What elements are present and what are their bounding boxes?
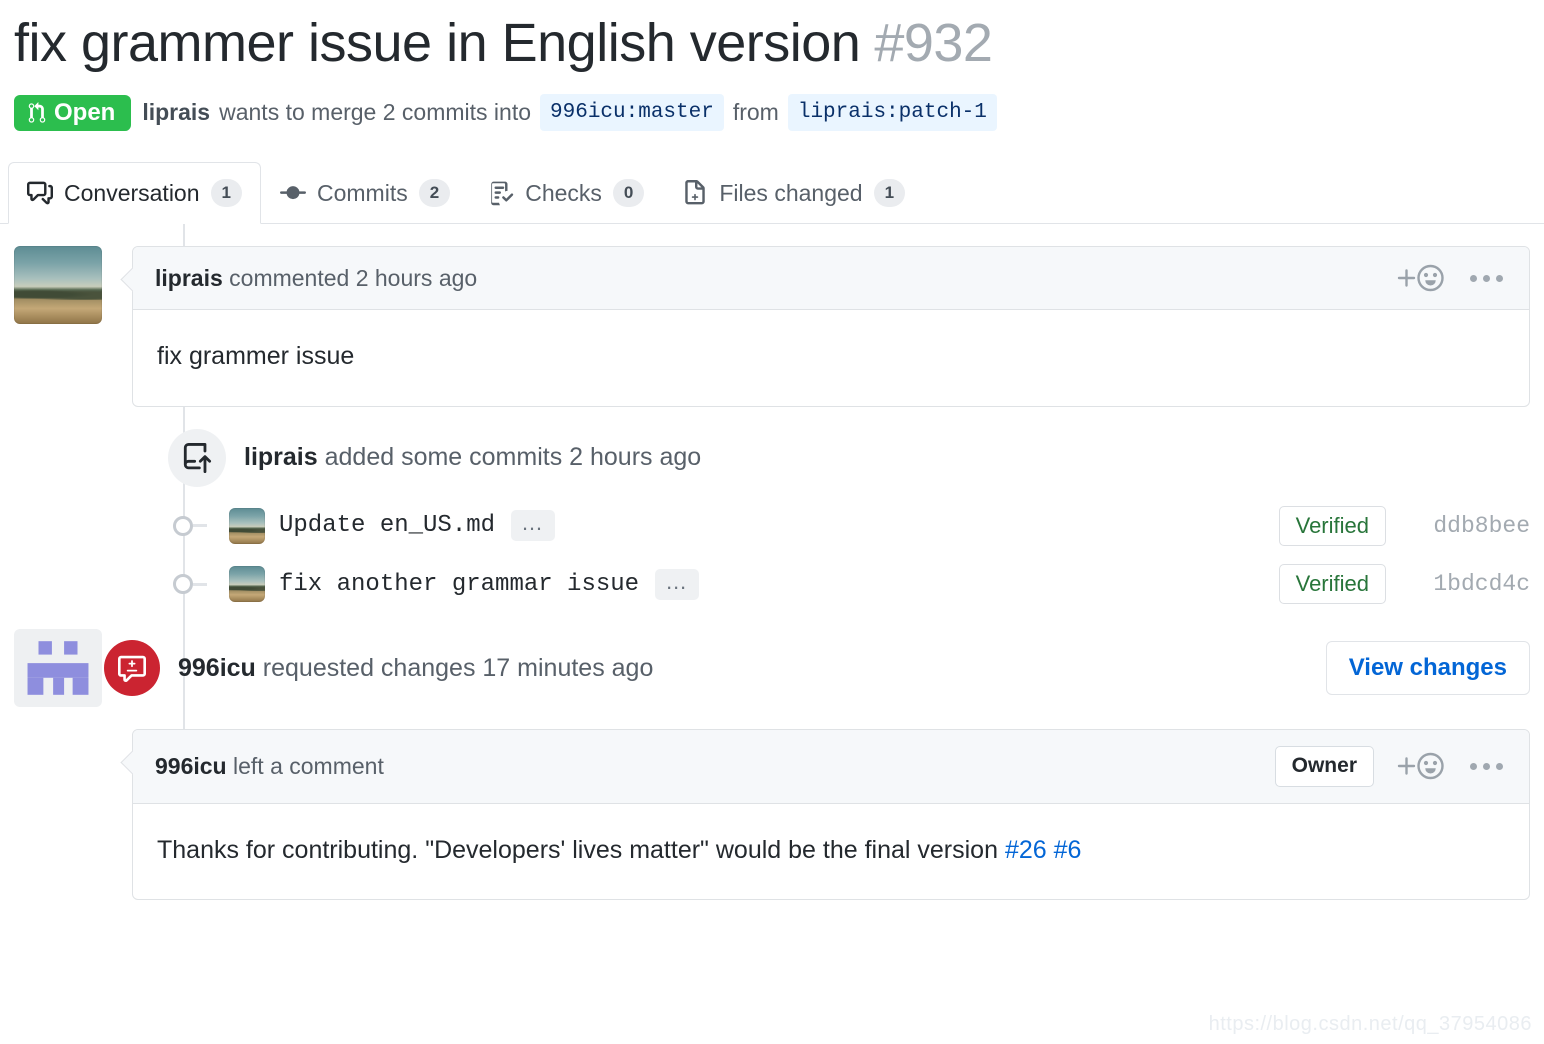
pull-request-page: fix grammer issue in English version #93… [0,0,1544,1044]
commit-dot-icon [173,515,193,536]
git-pull-request-icon [27,101,47,124]
commit-expand-icon[interactable]: … [511,510,556,542]
watermark: https://blog.csdn.net/qq_37954086 [1208,1013,1532,1035]
commit-sha[interactable]: 1bdcd4c [1412,571,1530,597]
issue-link-26[interactable]: #26 [1005,836,1047,864]
commit-message[interactable]: Update en_US.md [279,512,495,539]
merge-text-1: wants to merge 2 commits into [219,98,532,125]
base-branch-ref[interactable]: 996icu:master [540,94,724,132]
tab-commits[interactable]: Commits 2 [261,162,469,224]
diff-review-icon [104,640,160,697]
merge-text-2: from [732,98,779,125]
tab-checks[interactable]: Checks 0 [469,162,663,224]
pr-tabs: Conversation 1 Commits 2 Checks 0 Files … [0,161,1544,225]
commits-event-author[interactable]: liprais [244,443,318,471]
comment-body: fix grammer issue [157,342,355,371]
tab-files-changed[interactable]: Files changed 1 [663,162,924,224]
status-badge: Open [14,94,132,131]
add-reaction-smiley-icon[interactable] [1394,751,1446,781]
avatar-liprais[interactable] [14,246,102,325]
avatar-996icu[interactable] [14,629,102,708]
commit-sha[interactable]: ddb8bee [1412,513,1530,539]
tab-commits-count: 2 [418,179,451,208]
tab-checks-count: 0 [612,179,645,208]
tab-conversation-label: Conversation [64,179,200,206]
commit-meta: Verified 1bdcd4c [1278,564,1530,605]
review-event-author[interactable]: 996icu [178,654,256,682]
status-badge-owner: Owner [1274,746,1374,787]
avatar-commit-author[interactable] [229,566,265,603]
commits-event: liprais added some commits 2 hours ago [168,428,1530,487]
comment-liprais: liprais commented 2 hours ago fix gramme… [14,246,1530,407]
status-badge-verified[interactable]: Verified [1278,564,1386,605]
status-badge-label: Open [54,98,116,126]
merge-description: liprais wants to merge 2 commits into 99… [142,94,997,132]
head-branch-ref[interactable]: liprais:patch-1 [787,94,997,132]
comment-meta: left a comment [233,752,384,779]
commit-message[interactable]: fix another grammar issue [279,571,639,598]
comment-header: liprais commented 2 hours ago [133,247,1529,311]
review-event-label: requested changes 17 minutes ago [262,653,654,682]
comment-author[interactable]: 996icu [155,753,227,779]
comment-body-text: Thanks for contributing. "Developers' li… [157,835,1005,864]
comment-discussion-icon [27,180,53,206]
tab-files-changed-label: Files changed [719,179,863,206]
comment-card: 996icu left a comment Owner Thanks for c… [132,729,1530,901]
commits-event-block: liprais added some commits 2 hours ago U… [168,428,1530,613]
comment-header-actions [1394,263,1507,293]
page-title: fix grammer issue in English version #93… [0,0,1544,74]
comment-meta: commented 2 hours ago [229,264,478,291]
git-commit-icon [280,180,306,206]
comment-card: liprais commented 2 hours ago fix gramme… [132,246,1530,407]
comment-body: Thanks for contributing. "Developers' li… [133,804,1529,900]
commits-event-text: liprais added some commits 2 hours ago [244,443,701,472]
status-badge-verified[interactable]: Verified [1278,505,1386,547]
comment-author-line: 996icu left a comment [155,753,384,780]
commit-meta: Verified ddb8bee [1278,505,1530,547]
pr-number: #932 [874,13,993,73]
issue-link-6[interactable]: #6 [1054,836,1082,864]
avatar-commit-author[interactable] [229,507,265,544]
tab-files-changed-count: 1 [873,179,906,208]
commit-dot-icon [173,574,193,595]
commit-expand-icon[interactable]: … [655,568,700,600]
review-event-text: 996icu requested changes 17 minutes ago [178,654,653,683]
review-event: 996icu requested changes 17 minutes ago … [104,640,1530,697]
checklist-icon [488,180,514,206]
tab-conversation[interactable]: Conversation 1 [8,162,261,225]
tab-checks-label: Checks [525,179,602,206]
add-reaction-smiley-icon[interactable] [1394,263,1446,293]
tab-commits-label: Commits [317,179,408,206]
kebab-horizontal-icon[interactable] [1466,271,1507,286]
pr-subhead: Open liprais wants to merge 2 commits in… [0,74,1544,132]
pr-title-text: fix grammer issue in English version [14,13,861,73]
layout-spacer [14,729,132,900]
repo-push-icon [168,428,226,487]
comment-996icu: 996icu left a comment Owner Thanks for c… [14,729,1530,901]
review-event-row: 996icu requested changes 17 minutes ago … [14,629,1530,708]
comment-header-actions: Owner [1274,746,1507,787]
kebab-horizontal-icon[interactable] [1466,759,1507,774]
view-changes-button[interactable]: View changes [1325,641,1530,696]
commit-dot-wing [193,524,207,528]
comment-author[interactable]: liprais [155,265,223,291]
table-row: fix another grammar issue … Verified 1bd… [173,555,1530,613]
table-row: Update en_US.md … Verified ddb8bee [173,497,1530,555]
commit-dot-wing [193,582,207,586]
tab-conversation-count: 1 [210,179,242,208]
file-diff-icon [682,180,708,206]
comment-header: 996icu left a comment Owner [133,730,1529,804]
comment-author-line: liprais commented 2 hours ago [155,265,477,292]
commits-event-label: added some commits 2 hours ago [324,443,702,472]
pr-author: liprais [142,98,211,125]
pr-timeline: liprais commented 2 hours ago fix gramme… [0,224,1544,901]
